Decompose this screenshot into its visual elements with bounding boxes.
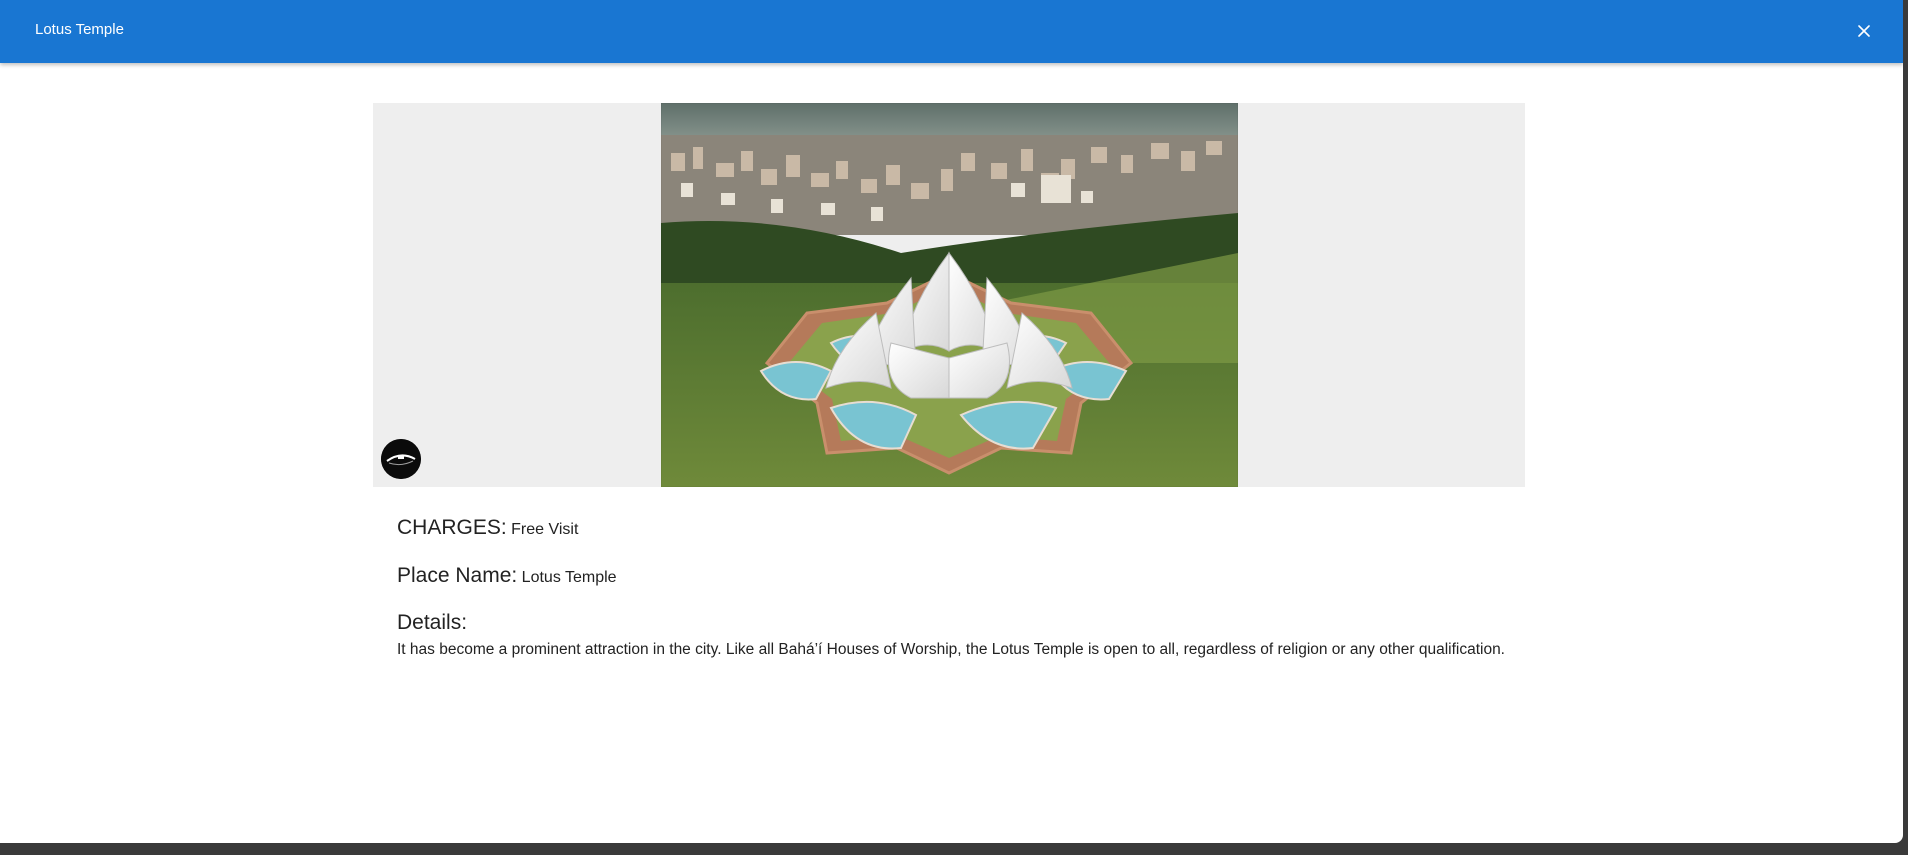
- details-heading-row: Details:: [397, 611, 467, 635]
- details-text: It has become a prominent attraction in …: [397, 641, 1505, 658]
- details-label: Details:: [397, 611, 468, 634]
- place-name-row: Place Name: Lotus Temple: [397, 564, 617, 588]
- close-icon: [1858, 25, 1870, 37]
- place-name-value: Lotus Temple: [521, 569, 617, 586]
- place-photo: [661, 103, 1238, 487]
- charges-label: CHARGES:: [397, 516, 507, 539]
- close-button[interactable]: [1853, 20, 1875, 42]
- app-bar: Lotus Temple: [0, 0, 1903, 63]
- dialog-title: Lotus Temple: [35, 21, 124, 38]
- charges-value: Free Visit: [511, 521, 579, 538]
- place-detail-dialog: Lotus Temple CHARGES: Free Visit Place N…: [0, 0, 1903, 843]
- charges-row: CHARGES: Free Visit: [397, 516, 578, 540]
- brand-logo-icon: [381, 439, 421, 479]
- place-name-label: Place Name:: [397, 564, 518, 587]
- place-media: [373, 103, 1525, 487]
